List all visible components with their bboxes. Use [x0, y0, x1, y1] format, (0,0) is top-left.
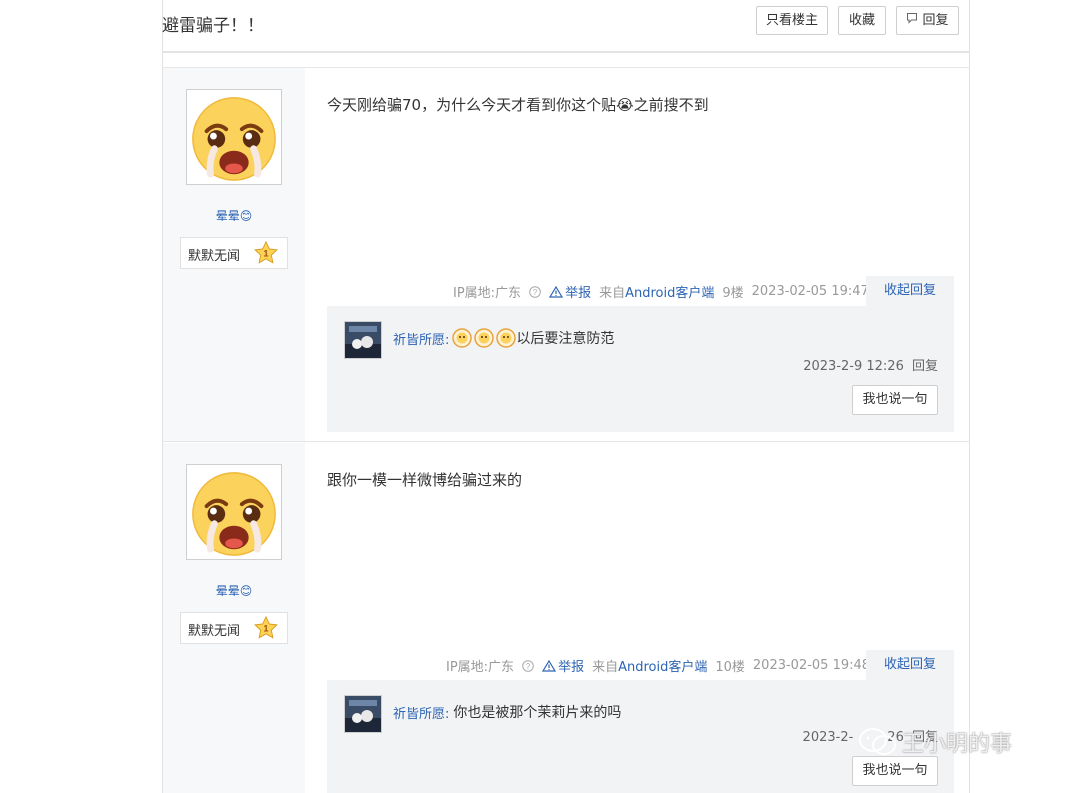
badge-label: 默默无闻	[188, 624, 241, 639]
post-divider	[163, 441, 969, 442]
favorite-label: 收藏	[848, 13, 875, 28]
emoji-face-icon	[452, 328, 472, 348]
client-source: 来自Android客户端	[599, 282, 714, 301]
post-content: 跟你一模一样微博给骗过来的	[327, 471, 523, 489]
reply-time-row: 2023-2-9 12:26 回复	[803, 355, 938, 374]
report-label: 举报	[565, 286, 592, 301]
report-link[interactable]: 举报	[549, 282, 591, 301]
floor-number: 10楼	[715, 660, 745, 675]
reply-thread-box: 祈皆所愿: 以后要注意防范 2023-2-9 12:26 回复 我也说一句	[327, 306, 954, 432]
author-name-link[interactable]: 晕晕😊	[163, 582, 305, 599]
reply-timestamp: 2023-2-9 12:26	[803, 359, 904, 374]
floor-number: 9楼	[722, 286, 744, 301]
avatar[interactable]	[186, 464, 282, 560]
watermark-text: 王小明的事	[902, 732, 1013, 757]
add-comment-button[interactable]: 我也说一句	[852, 385, 938, 415]
client-link[interactable]: Android客户端	[625, 286, 714, 301]
wechat-icon	[858, 727, 898, 757]
warning-triangle-icon	[542, 659, 557, 672]
emoji-face-icon	[496, 328, 516, 348]
report-label: 举报	[558, 660, 585, 675]
reply-line: 祈皆所愿: 以后要注意防范	[393, 328, 614, 348]
post-meta: IP属地:广东 ? 举报 来自Android客户端 10楼 2023-02-05…	[446, 651, 870, 680]
reply-text: 以后要注意防范	[516, 331, 615, 347]
reply-label: 回复	[922, 13, 949, 28]
content-frame-right-border	[969, 0, 970, 793]
collapse-replies-link[interactable]: 收起回复	[866, 650, 954, 680]
user-level-badge[interactable]: 默默无闻	[180, 612, 288, 644]
report-link[interactable]: 举报	[542, 656, 584, 675]
reply-avatar[interactable]	[344, 321, 382, 359]
add-comment-button[interactable]: 我也说一句	[852, 756, 938, 786]
client-source: 来自Android客户端	[592, 656, 707, 675]
client-link[interactable]: Android客户端	[618, 660, 707, 675]
client-prefix: 来自	[592, 660, 619, 675]
reply-reply-link[interactable]: 回复	[912, 359, 938, 374]
help-circle-icon[interactable]: ?	[522, 659, 534, 672]
favorite-button[interactable]: 收藏	[838, 6, 886, 35]
level-star-icon	[254, 616, 278, 644]
avatar[interactable]	[186, 89, 282, 185]
emoji-face-icon	[474, 328, 494, 348]
ip-location: IP属地:广东	[446, 660, 515, 675]
client-prefix: 来自	[599, 286, 626, 301]
ip-location: IP属地:广东	[453, 286, 522, 301]
badge-label: 默默无闻	[188, 249, 241, 264]
reply-timestamp: 2023-2-	[802, 730, 854, 745]
level-star-icon	[254, 241, 278, 269]
header-divider	[162, 51, 970, 53]
reply-text: 你也是被那个茉莉片来的吗	[453, 705, 622, 721]
post-timestamp: 2023-02-05 19:48	[752, 658, 871, 673]
reply-button[interactable]: 回复	[896, 6, 959, 35]
warning-triangle-icon	[549, 285, 564, 298]
only-op-button[interactable]: 只看楼主	[756, 6, 828, 35]
user-level-badge[interactable]: 默默无闻	[180, 237, 288, 269]
reply-avatar[interactable]	[344, 695, 382, 733]
post-timestamp: 2023-02-05 19:47	[751, 284, 869, 299]
svg-text:?: ?	[533, 288, 538, 297]
post-meta: IP属地:广东 ? 举报 来自Android客户端 9楼 2023-02-05 …	[453, 277, 869, 306]
author-name-link[interactable]: 晕晕😊	[163, 207, 305, 224]
post-content: 今天刚给骗70，为什么今天才看到你这个贴😭之前搜不到	[327, 96, 709, 114]
thread-title: 避雷骗子！！	[162, 16, 264, 36]
reply-username-link[interactable]: 祈皆所愿:	[393, 329, 449, 348]
reply-username-link[interactable]: 祈皆所愿:	[393, 703, 449, 722]
help-circle-icon[interactable]: ?	[529, 285, 541, 298]
post-floor-10: 晕晕😊 默默无闻 跟你一模一样微博给骗过来的 IP属地:广东 ? 举报 来自An…	[163, 443, 969, 793]
reply-line: 祈皆所愿: 你也是被那个茉莉片来的吗	[393, 702, 621, 722]
reply-bubble-icon	[906, 7, 918, 34]
only-op-label: 只看楼主	[765, 13, 818, 28]
watermark: 王小明的事	[858, 726, 1012, 758]
svg-text:?: ?	[526, 662, 531, 671]
post-floor-9: 晕晕😊 默默无闻 今天刚给骗70，为什么今天才看到你这个贴😭之前搜不到 IP属地…	[163, 68, 969, 442]
collapse-replies-link[interactable]: 收起回复	[866, 276, 954, 306]
